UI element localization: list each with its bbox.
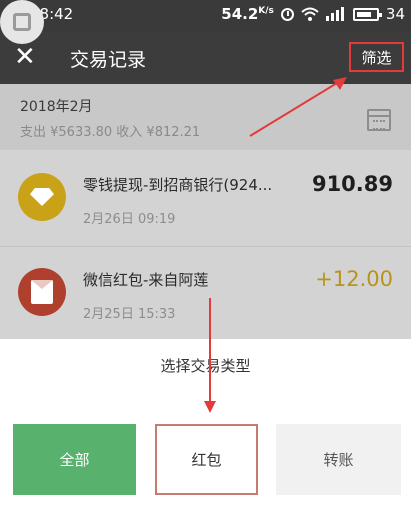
transaction-title: 零钱提现-到招商银行(924... bbox=[83, 176, 273, 194]
close-icon[interactable]: ✕ bbox=[14, 44, 36, 70]
month-summary: 支出 ¥5633.80 收入 ¥812.21 bbox=[20, 125, 201, 140]
type-transfer-button[interactable]: 转账 bbox=[276, 424, 401, 495]
transaction-amount: 910.89 bbox=[311, 172, 393, 196]
calendar-icon[interactable] bbox=[367, 109, 391, 131]
filter-button[interactable]: 筛选 bbox=[349, 42, 404, 72]
app-badge-icon bbox=[0, 0, 44, 44]
red-envelope-icon bbox=[18, 268, 66, 316]
status-bar: 18:42 54.2K/s 34 bbox=[0, 0, 411, 32]
network-speed: 54.2 bbox=[221, 5, 259, 23]
transaction-date: 2月25日 15:33 bbox=[83, 307, 176, 322]
type-all-button[interactable]: 全部 bbox=[13, 424, 136, 495]
type-red-packet-button[interactable]: 红包 bbox=[155, 424, 258, 495]
page-title: 交易记录 bbox=[70, 49, 147, 71]
battery-level: 34 bbox=[385, 5, 405, 23]
transaction-row[interactable]: 零钱提现-到招商银行(924... 2月26日 09:19 910.89 bbox=[0, 152, 411, 247]
signal-icon bbox=[325, 7, 344, 21]
transaction-row[interactable]: 微信红包-来自阿莲 2月25日 15:33 +12.00 bbox=[0, 247, 411, 341]
battery-icon bbox=[352, 7, 382, 21]
diamond-icon bbox=[18, 173, 66, 221]
wifi-icon bbox=[301, 7, 319, 21]
month-title: 2018年2月 bbox=[20, 99, 93, 115]
transaction-date: 2月26日 09:19 bbox=[83, 212, 176, 227]
network-speed-unit: K/s bbox=[258, 6, 274, 16]
alarm-clock-icon bbox=[280, 7, 294, 21]
transaction-list: 2018年2月 支出 ¥5633.80 收入 ¥812.21 零钱提现-到招商银… bbox=[0, 84, 411, 341]
month-header: 2018年2月 支出 ¥5633.80 收入 ¥812.21 bbox=[0, 84, 411, 150]
top-bar: ✕ 交易记录 筛选 bbox=[0, 32, 411, 84]
transaction-title: 微信红包-来自阿莲 bbox=[83, 271, 209, 289]
sheet-title: 选择交易类型 bbox=[160, 357, 251, 375]
transaction-amount: +12.00 bbox=[315, 267, 393, 291]
type-picker-sheet: 选择交易类型 全部 红包 转账 bbox=[0, 339, 411, 505]
